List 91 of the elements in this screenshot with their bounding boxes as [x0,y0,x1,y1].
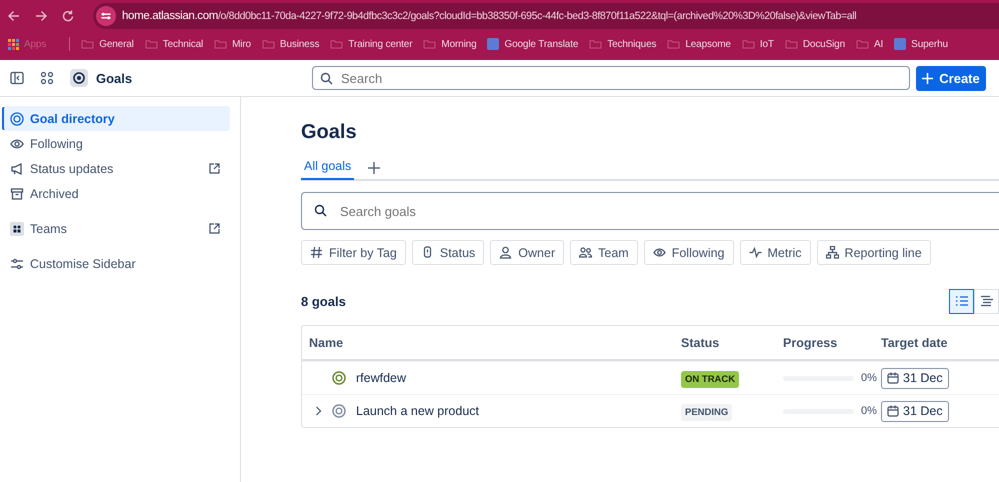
app-name[interactable]: Goals [96,70,132,86]
address-bar[interactable]: home.atlassian.com/o/8dd0bc11-70da-4227-9f72-9b4dfbc3c3c2/goals?cloudId=bb38350f-695c-44fc-bed3-8f870f11a522&tql=(archived%20%3D%20false)&viewTab=all [93,3,999,29]
bookmark[interactable]: Miro [214,38,251,50]
eye-icon [652,246,666,259]
add-tab-icon[interactable] [368,162,380,174]
search-field[interactable]: Search goals [301,192,999,230]
progress-value: 0% [861,372,877,384]
forward-arrow-icon[interactable] [35,10,47,22]
filter-button[interactable]: Following [644,240,734,265]
url-text[interactable]: home.atlassian.com/o/8dd0bc11-70da-4227-9f72-9b4dfbc3c3c2/goals?cloudId=bb38350f-695c-44fc-bed3-8f870f11a522&tql=(archived%20%3D%20false)&viewTab=all [122,10,856,22]
target-icon [332,371,346,385]
target-icon[interactable] [70,69,88,87]
target-date-button[interactable]: 31 Dec [881,400,949,422]
calendar-icon [887,405,899,417]
folder-icon [81,39,94,49]
create-button[interactable]: Create [916,66,986,90]
sliders-icon [10,256,24,270]
folder-icon [667,39,680,49]
goal-count: 8 goals [301,294,346,308]
reload-icon[interactable] [62,10,74,22]
site-settings-icon[interactable] [96,6,116,26]
filter-button[interactable]: Status [412,240,484,265]
column-header: Target date [881,336,948,350]
person-icon [499,246,512,259]
list-icon [954,295,968,307]
folder-icon [589,39,602,49]
target-icon [10,112,24,126]
column-header: Progress [783,336,838,350]
folder-icon [423,39,436,49]
filter-button[interactable]: Metric [740,240,811,265]
people-icon [10,222,24,236]
megaphone-icon [10,162,24,176]
hash-icon [310,246,323,259]
folder-icon [214,39,228,49]
goal-name[interactable]: rfewfdew [356,371,406,385]
sidebar-item[interactable]: Status updates [4,156,230,181]
site-favicon-icon [894,38,906,50]
site-favicon-icon [487,38,500,50]
bookmark[interactable]: Google Translate [487,38,578,50]
hierarchy-icon [826,246,839,259]
filter-button[interactable]: Owner [490,240,564,265]
bookmark[interactable]: Business [262,38,320,50]
plus-icon [922,72,934,84]
sidebar-item[interactable]: Teams [4,216,230,241]
bookmark[interactable]: General [81,38,134,50]
eye-icon [10,136,24,150]
target-date-button[interactable]: 31 Dec [881,368,949,388]
bookmark[interactable]: Technical [144,38,204,50]
search-field[interactable]: Search [312,66,910,90]
column-header: Name [308,336,344,350]
folder-icon [144,39,158,49]
folder-icon [262,39,275,49]
sidebar-item[interactable]: Goal directory [4,106,230,131]
folder-icon [856,39,870,49]
people-icon [579,246,592,259]
bookmark[interactable]: Training center [330,38,412,50]
filter-button[interactable]: Filter by Tag [301,240,406,265]
folder-icon [784,39,798,49]
tree-view-button[interactable] [974,288,999,314]
sidebar-item[interactable]: Customise Sidebar [4,251,230,276]
sidebar-item[interactable]: Archived [4,181,230,206]
pulse-icon [748,246,762,259]
list-view-button[interactable] [949,288,974,314]
folder-icon [330,39,344,49]
apps-grid-icon [8,38,19,50]
bookmark[interactable]: IoT [742,38,774,50]
tree-icon [980,295,994,307]
target-icon [332,404,346,418]
expand-chevron-icon[interactable] [315,406,322,416]
bookmark[interactable]: Superhu [894,38,948,50]
page-title: Goals [301,121,358,145]
bookmark[interactable]: Morning [423,38,476,50]
status-lozenge: PENDING [681,404,732,421]
archive-icon [10,186,24,200]
app-switcher-icon[interactable] [40,71,54,85]
goal-name[interactable]: Launch a new product [356,404,480,418]
sidebar-toggle-icon[interactable] [10,71,24,85]
bookmark[interactable]: AI [856,38,884,50]
bookmark[interactable]: DocuSign [784,38,846,50]
tab[interactable]: All goals [301,156,354,180]
sidebar-item[interactable]: Following [4,131,230,156]
status-lozenge: ON TRACK [681,371,740,388]
filter-button[interactable]: Reporting line [816,240,931,265]
folder-icon [742,39,755,49]
back-arrow-icon[interactable] [8,10,20,22]
bookmark[interactable]: Techniques [589,38,656,50]
bookmark[interactable]: Leapsome [667,38,731,50]
progress-value: 0% [861,405,877,417]
filter-button[interactable]: Team [570,240,638,265]
column-header: Status [681,336,720,350]
calendar-icon [887,372,899,384]
